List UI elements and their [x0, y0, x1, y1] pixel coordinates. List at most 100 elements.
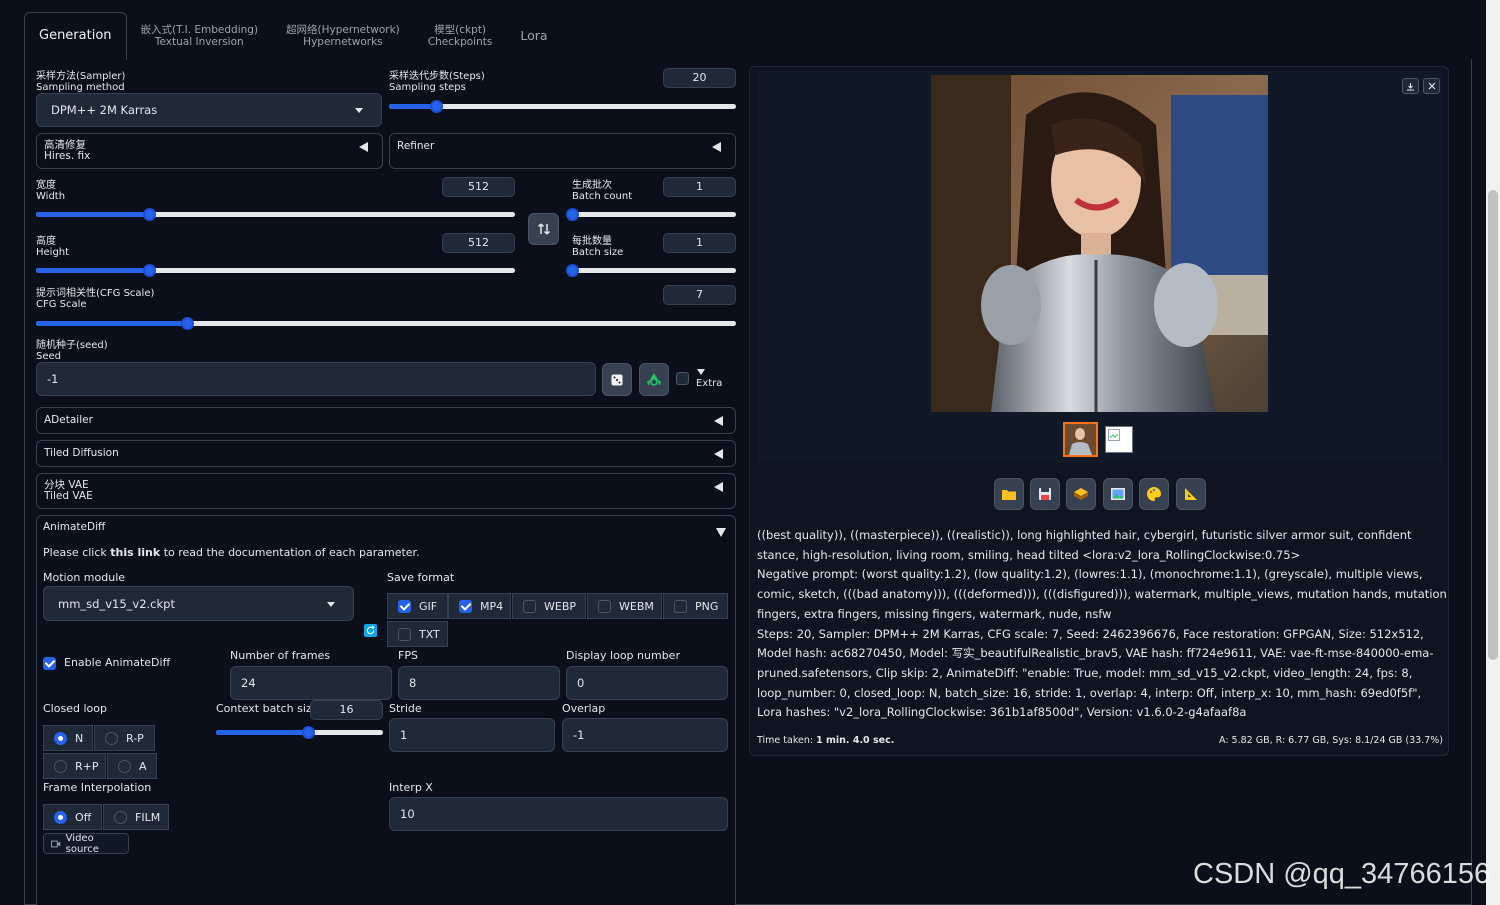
tab-generation[interactable]: Generation: [24, 12, 127, 60]
format-txt-option[interactable]: TXT: [387, 621, 448, 647]
closed-loop-option-rpp[interactable]: R+P: [43, 753, 106, 779]
frames-input[interactable]: 24: [230, 666, 392, 700]
seed-input[interactable]: -1: [36, 362, 596, 396]
motion-module-dropdown[interactable]: mm_sd_v15_v2.ckpt: [43, 586, 354, 621]
interp-radio-off[interactable]: [54, 810, 67, 824]
tiled-vae-accordion[interactable]: 分块 VAE Tiled VAE: [36, 473, 736, 509]
closed-loop-option-n[interactable]: N: [43, 725, 93, 751]
sampler-label-cn: 采样方法(Sampler): [36, 71, 126, 82]
closed-loop-option-a[interactable]: A: [107, 753, 157, 779]
close-gallery-button[interactable]: [1423, 78, 1440, 94]
hires-fix-accordion[interactable]: 高清修复 Hires. fix: [36, 133, 383, 169]
scrollbar-thumb[interactable]: [1488, 190, 1498, 660]
closed-loop-radio-a[interactable]: [118, 759, 131, 773]
loop-number-input[interactable]: 0: [566, 666, 728, 700]
refiner-accordion[interactable]: Refiner: [389, 133, 736, 169]
tiled-diffusion-accordion[interactable]: Tiled Diffusion: [36, 440, 736, 467]
format-gif-checkbox[interactable]: [398, 599, 411, 613]
batch-count-slider[interactable]: [566, 208, 736, 221]
interp-x-input[interactable]: 10: [389, 797, 728, 831]
format-webp-option[interactable]: WEBP: [512, 593, 586, 619]
height-slider-thumb[interactable]: [142, 264, 156, 277]
context-batch-input[interactable]: 16: [310, 700, 383, 720]
height-number-input[interactable]: 512: [442, 233, 515, 253]
height-slider[interactable]: [36, 264, 515, 277]
positive-prompt-text: ((best quality)), ((masterpiece)), ((rea…: [757, 528, 1412, 562]
save-button[interactable]: [1030, 478, 1060, 510]
format-webm-checkbox[interactable]: [598, 599, 611, 613]
interp-option-off[interactable]: Off: [43, 804, 102, 830]
closed-loop-radio-n[interactable]: [54, 731, 67, 745]
video-source-label: Video source: [65, 832, 99, 855]
context-batch-slider[interactable]: [216, 726, 383, 739]
steps-slider[interactable]: [389, 100, 736, 113]
cfg-slider[interactable]: [36, 317, 736, 330]
download-button[interactable]: [1402, 78, 1419, 94]
hires-fix-label: 高清修复 Hires. fix: [44, 139, 90, 162]
width-slider[interactable]: [36, 208, 515, 221]
format-gif-option[interactable]: GIF: [387, 593, 448, 619]
batch-size-label-cn: 每批数量: [572, 236, 612, 247]
tab-lora-label: Lora: [520, 27, 548, 43]
send-to-img2img-button[interactable]: [1103, 478, 1133, 510]
reuse-seed-button[interactable]: [639, 363, 669, 396]
format-png-option[interactable]: PNG: [663, 593, 728, 619]
cfg-slider-thumb[interactable]: [180, 317, 194, 330]
expand-triangle-icon[interactable]: [716, 528, 726, 537]
sampler-dropdown[interactable]: DPM++ 2M Karras: [36, 93, 382, 127]
format-gif-label: GIF: [419, 599, 438, 613]
generated-image[interactable]: [931, 75, 1268, 412]
broken-image-icon: [1108, 429, 1120, 441]
adetailer-accordion[interactable]: ADetailer: [36, 407, 736, 434]
format-webp-checkbox[interactable]: [523, 599, 536, 613]
send-to-inpaint-button[interactable]: [1139, 478, 1169, 510]
closed-loop-option-rp[interactable]: R-P: [94, 725, 155, 751]
height-slider-fill: [36, 268, 149, 273]
extra-seed-checkbox[interactable]: [676, 372, 689, 385]
tab-hypernetwork[interactable]: 超网络(Hypernetwork) Hypernetworks: [272, 12, 414, 60]
swap-dimensions-button[interactable]: [528, 213, 559, 245]
generation-params-text: Steps: 20, Sampler: DPM++ 2M Karras, CFG…: [757, 626, 1434, 720]
format-png-checkbox[interactable]: [674, 599, 687, 613]
random-seed-button[interactable]: [602, 363, 632, 396]
format-mp4-checkbox[interactable]: [459, 599, 472, 613]
gallery-thumbnail-selected[interactable]: [1063, 422, 1098, 457]
tab-lora[interactable]: Lora: [506, 12, 561, 60]
format-txt-checkbox[interactable]: [398, 627, 411, 641]
tab-embedding[interactable]: 嵌入式(T.I. Embedding) Textual Inversion: [127, 12, 273, 60]
interp-option-film[interactable]: FILM: [103, 804, 169, 830]
animatediff-doc-link[interactable]: this link: [110, 546, 160, 559]
context-batch-slider-thumb[interactable]: [301, 726, 315, 739]
batch-count-slider-thumb[interactable]: [566, 208, 579, 221]
format-webm-option[interactable]: WEBM: [587, 593, 662, 619]
open-folder-button[interactable]: [994, 478, 1024, 510]
zip-button[interactable]: [1066, 478, 1096, 510]
width-slider-thumb[interactable]: [142, 208, 156, 221]
format-mp4-option[interactable]: MP4: [448, 593, 511, 619]
enable-animatediff-checkbox[interactable]: [43, 657, 56, 670]
steps-number-input[interactable]: 20: [663, 68, 736, 88]
send-to-extras-button[interactable]: [1176, 478, 1206, 510]
interp-radio-film[interactable]: [114, 810, 127, 824]
tab-checkpoints[interactable]: 模型(ckpt) Checkpoints: [414, 12, 507, 60]
batch-size-number-input[interactable]: 1: [663, 233, 736, 253]
closed-loop-radio-rp[interactable]: [105, 731, 118, 745]
gallery-thumbnail-broken[interactable]: [1105, 426, 1133, 453]
watermark-text: CSDN @qq_34766156: [1193, 858, 1491, 890]
batch-count-number-input[interactable]: 1: [663, 177, 736, 197]
closed-loop-radio-rpp[interactable]: [54, 759, 67, 773]
tiled-vae-label: 分块 VAE Tiled VAE: [44, 479, 93, 502]
stride-input[interactable]: 1: [389, 718, 555, 752]
video-source-tab[interactable]: Video source: [43, 832, 129, 855]
batch-size-slider-thumb[interactable]: [566, 264, 579, 277]
animatediff-header-label[interactable]: AnimateDiff: [43, 521, 105, 533]
batch-size-slider[interactable]: [566, 264, 736, 277]
refresh-models-button[interactable]: [364, 624, 377, 637]
width-number-input[interactable]: 512: [442, 177, 515, 197]
overlap-input[interactable]: -1: [562, 718, 728, 752]
extra-seed-label: Extra: [696, 378, 723, 389]
fps-input[interactable]: 8: [398, 666, 560, 700]
cfg-number-input[interactable]: 7: [663, 285, 736, 305]
cfg-slider-fill: [36, 321, 187, 326]
steps-slider-thumb[interactable]: [429, 100, 443, 113]
